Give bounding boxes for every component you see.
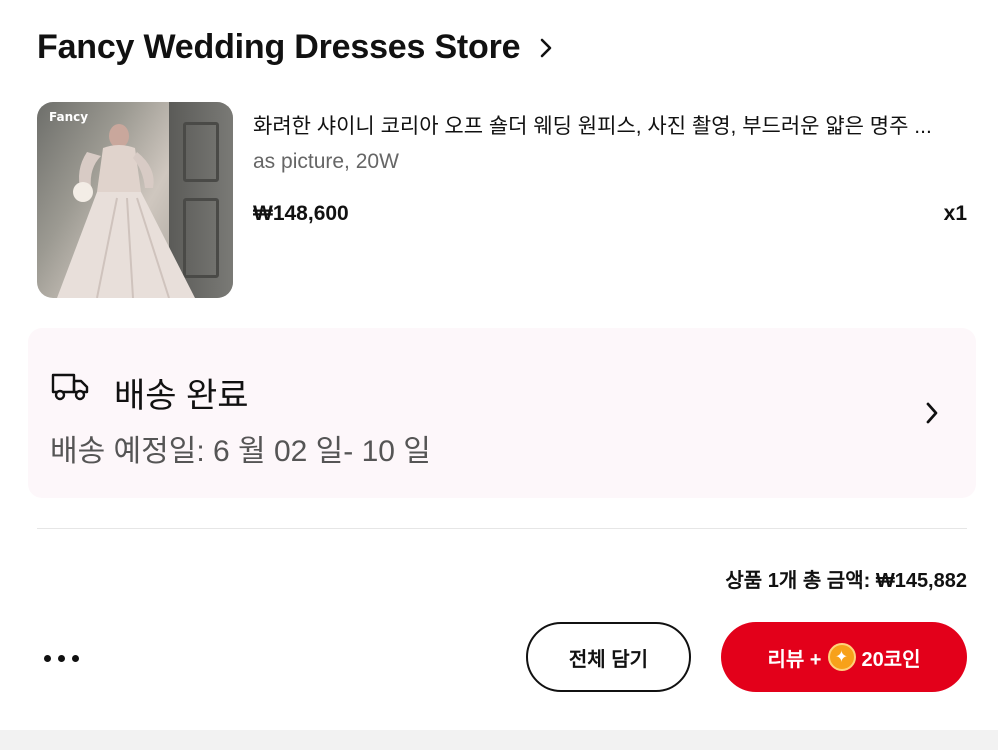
chevron-right-icon[interactable] [536, 36, 556, 60]
add-all-to-cart-button[interactable]: 전체 담기 [526, 622, 691, 692]
shipping-status-text: 배송 완료 [114, 377, 249, 415]
product-item[interactable]: Fancy 화려한 샤이니 코리아 오프 숄더 웨딩 원피스, 사진 촬영, 부… [37, 102, 967, 298]
shipping-status-card[interactable]: 배송 완료 배송 예정일: 6 월 02 일- 10 일 [28, 328, 976, 498]
product-price: ₩148,600 [253, 202, 349, 225]
order-total: 상품 1개 총 금액: ₩145,882 [725, 570, 967, 592]
review-label: 리뷰 + [767, 648, 822, 671]
shipping-eta-text: 배송 예정일: 6 월 02 일- 10 일 [50, 435, 431, 468]
store-header[interactable]: Fancy Wedding Dresses Store [37, 28, 556, 67]
more-dot-icon [58, 654, 65, 662]
more-dot-icon [44, 654, 51, 662]
store-name[interactable]: Fancy Wedding Dresses Store [37, 28, 521, 67]
review-coin-label: 20코인 [861, 648, 921, 671]
add-all-label: 전체 담기 [568, 648, 649, 671]
divider [37, 528, 967, 529]
product-option: as picture, 20W [253, 150, 399, 173]
more-dot-icon [72, 654, 79, 662]
chevron-right-icon[interactable] [924, 400, 944, 426]
bottom-band [0, 730, 998, 750]
write-review-button[interactable]: 리뷰 + ✦ 20코인 [721, 622, 967, 692]
product-thumbnail[interactable]: Fancy [37, 102, 233, 298]
thumbnail-brand-text: Fancy [49, 110, 89, 124]
coin-icon: ✦ [827, 643, 856, 671]
product-title[interactable]: 화려한 샤이니 코리아 오프 숄더 웨딩 원피스, 사진 촬영, 부드러운 얇은… [253, 110, 967, 140]
dress-image [57, 124, 195, 298]
more-options-button[interactable] [44, 648, 90, 668]
product-quantity: x1 [943, 202, 967, 225]
truck-icon [50, 370, 90, 402]
